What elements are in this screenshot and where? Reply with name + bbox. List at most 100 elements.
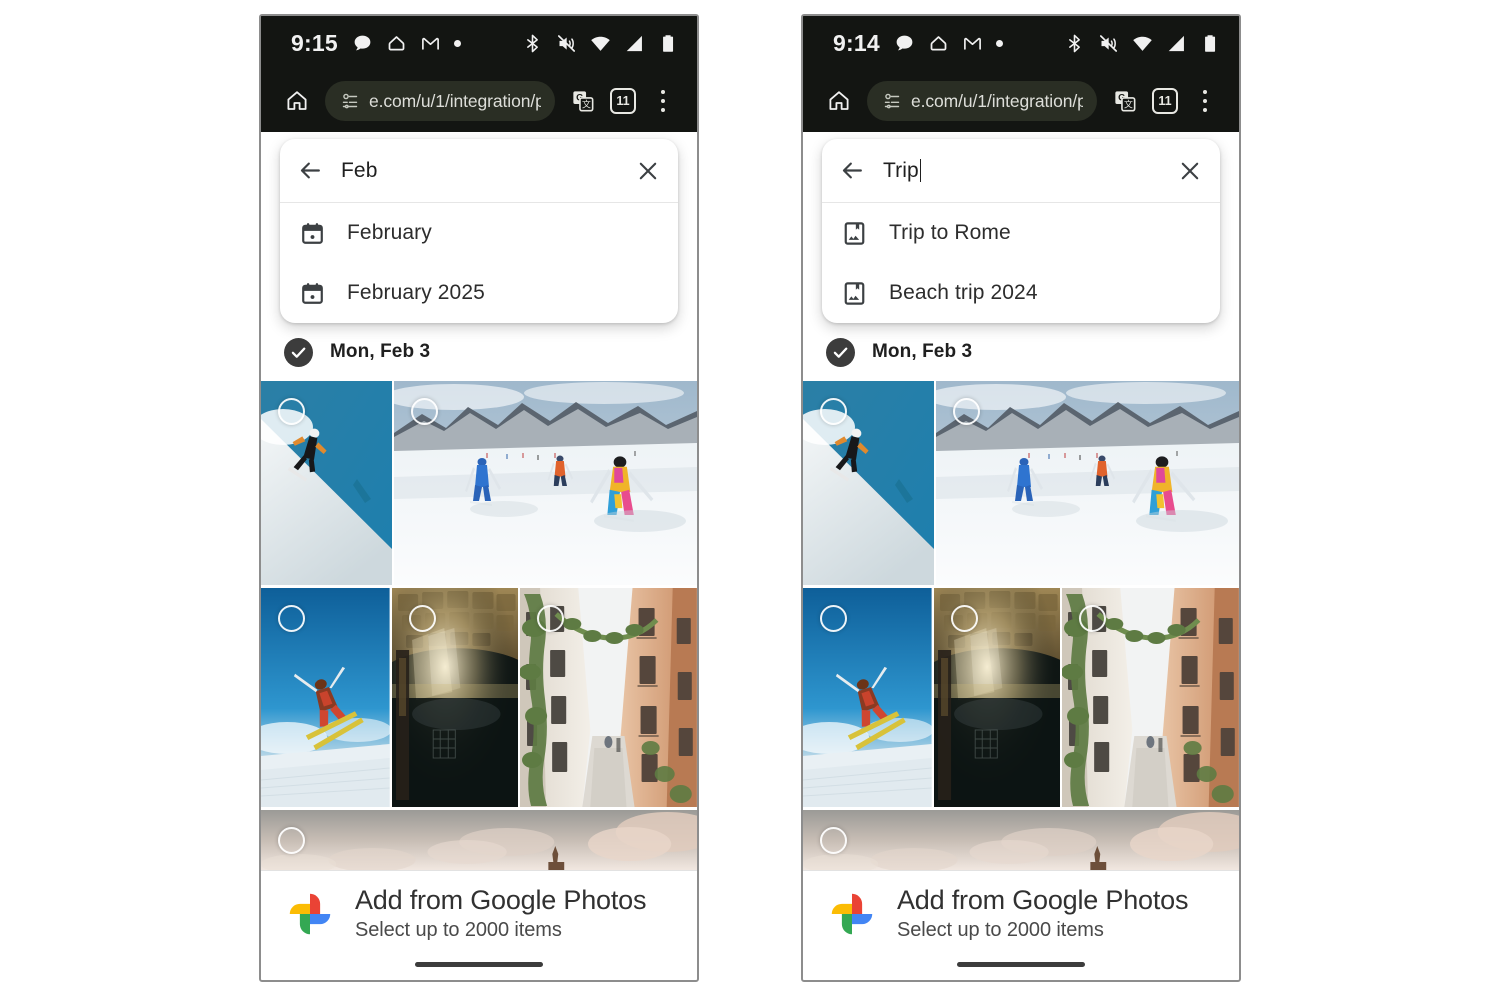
gesture-home-indicator[interactable] (415, 962, 543, 967)
photo-grid-row (803, 381, 1239, 585)
browser-home-button[interactable] (819, 81, 859, 121)
photo-select-checkbox[interactable] (278, 605, 305, 632)
photo-church-interior[interactable] (391, 588, 519, 807)
photo-rome-alley[interactable] (520, 588, 697, 807)
clear-search-button[interactable] (1178, 159, 1202, 183)
notification-icons (894, 33, 1004, 54)
gesture-home-indicator[interactable] (957, 962, 1085, 967)
back-button[interactable] (840, 158, 865, 183)
photo-grid-row (803, 588, 1239, 807)
wifi-icon (590, 33, 611, 54)
photo-select-checkbox[interactable] (820, 398, 847, 425)
photo-select-checkbox[interactable] (537, 605, 565, 632)
photo-select-checkbox[interactable] (820, 827, 847, 854)
photo-art-ski-panorama (394, 381, 697, 585)
translate-button[interactable]: G文 (1105, 81, 1145, 121)
close-icon[interactable] (1178, 159, 1202, 183)
site-settings-icon[interactable] (340, 91, 360, 111)
clear-search-button[interactable] (636, 159, 660, 183)
photo-select-checkbox[interactable] (820, 605, 847, 632)
gmail-icon (962, 33, 983, 54)
browser-menu-button[interactable] (1185, 81, 1225, 121)
photo-select-checkbox[interactable] (408, 605, 436, 632)
photo-select-checkbox[interactable] (953, 398, 980, 425)
browser-home-button[interactable] (277, 81, 317, 121)
photo-select-checkbox[interactable] (1079, 605, 1107, 632)
photo-select-checkbox[interactable] (411, 398, 438, 425)
translate-button[interactable]: G文 (563, 81, 603, 121)
checkmark-filled-icon[interactable] (288, 342, 309, 363)
bottom-sheet-title: Add from Google Photos (897, 885, 1189, 915)
album-photo-icon (842, 221, 867, 246)
site-settings-icon[interactable] (882, 91, 902, 111)
photo-ski-group-mountains[interactable] (394, 381, 697, 585)
add-from-google-photos-row[interactable]: Add from Google Photos Select up to 2000 … (803, 885, 1239, 942)
tab-switcher-button[interactable]: 11 (1145, 81, 1185, 121)
photo-select-checkbox[interactable] (278, 827, 305, 854)
google-photos-pinwheel-icon (287, 891, 333, 937)
photo-sky-clouds[interactable] (261, 810, 697, 870)
close-icon[interactable] (636, 159, 660, 183)
photo-sky-clouds[interactable] (803, 810, 1239, 870)
search-suggestion-item[interactable]: February 2025 (280, 263, 678, 323)
suggestion-label: February (347, 221, 432, 244)
photo-grid-row (261, 810, 697, 870)
bottom-action-sheet[interactable]: Add from Google Photos Select up to 2000 … (803, 870, 1239, 980)
home-icon[interactable] (827, 89, 851, 113)
search-input[interactable]: Trip (883, 159, 1160, 183)
photo-skier-slope[interactable] (803, 381, 934, 585)
date-group-header: Mon, Feb 3 (261, 323, 697, 381)
search-input[interactable]: Feb (341, 159, 618, 183)
url-text: e.com/u/1/integration/picker/s (911, 90, 1083, 111)
home-icon[interactable] (285, 89, 309, 113)
date-group-checkbox[interactable] (284, 337, 313, 367)
photo-ski-group-mountains[interactable] (936, 381, 1239, 585)
url-bar[interactable]: e.com/u/1/integration/picker/s (325, 81, 555, 121)
photo-rome-alley[interactable] (1062, 588, 1239, 807)
svg-text:文: 文 (1124, 98, 1133, 109)
wifi-icon (1132, 33, 1153, 54)
url-bar[interactable]: e.com/u/1/integration/picker/s (867, 81, 1097, 121)
google-translate-icon[interactable]: G文 (572, 90, 594, 112)
search-suggestion-item[interactable]: Trip to Rome (822, 203, 1220, 263)
date-group-checkbox[interactable] (826, 337, 855, 367)
search-query-text: Feb (341, 158, 378, 182)
search-suggestion-item[interactable]: Beach trip 2024 (822, 263, 1220, 323)
calendar-icon (300, 281, 325, 306)
text-caret (919, 159, 922, 182)
browser-toolbar: e.com/u/1/integration/picker/s G文 11 (261, 70, 697, 132)
checkmark-filled-icon[interactable] (830, 342, 851, 363)
svg-text:文: 文 (582, 98, 591, 109)
gmail-icon (420, 33, 441, 54)
photo-skier-slope[interactable] (261, 381, 392, 585)
status-bar: 9:14 (803, 16, 1239, 70)
picker-app-body: Trip Trip to Rome Beach trip 2024 Mon, Feb … (803, 132, 1239, 980)
back-arrow-icon[interactable] (298, 158, 323, 183)
kebab-menu-icon (1202, 89, 1208, 113)
bottom-sheet-title: Add from Google Photos (355, 885, 647, 915)
google-translate-icon[interactable]: G文 (1114, 90, 1136, 112)
bottom-sheet-subtitle: Select up to 2000 items (897, 919, 1104, 941)
calendar-icon (300, 281, 325, 306)
chat-bubble-icon (352, 33, 373, 54)
bottom-action-sheet[interactable]: Add from Google Photos Select up to 2000 … (261, 870, 697, 980)
photo-select-checkbox[interactable] (950, 605, 978, 632)
bottom-sheet-text: Add from Google Photos Select up to 2000 … (355, 885, 646, 942)
suggestion-label: Trip to Rome (889, 221, 1011, 244)
back-button[interactable] (298, 158, 323, 183)
photo-ski-jump[interactable] (803, 588, 932, 807)
status-bar-clock: 9:14 (833, 29, 880, 56)
photo-art-sky-clouds (261, 810, 697, 870)
back-arrow-icon[interactable] (840, 158, 865, 183)
add-from-google-photos-row[interactable]: Add from Google Photos Select up to 2000 … (261, 885, 697, 942)
photo-church-interior[interactable] (933, 588, 1061, 807)
browser-menu-button[interactable] (643, 81, 683, 121)
system-status-icons (522, 33, 679, 54)
search-suggestion-item[interactable]: February (280, 203, 678, 263)
tab-switcher-button[interactable]: 11 (603, 81, 643, 121)
photo-ski-jump[interactable] (261, 588, 390, 807)
photo-grid-row (261, 381, 697, 585)
status-bar: 9:15 (261, 16, 697, 70)
chat-bubble-icon (894, 33, 915, 54)
photo-select-checkbox[interactable] (278, 398, 305, 425)
